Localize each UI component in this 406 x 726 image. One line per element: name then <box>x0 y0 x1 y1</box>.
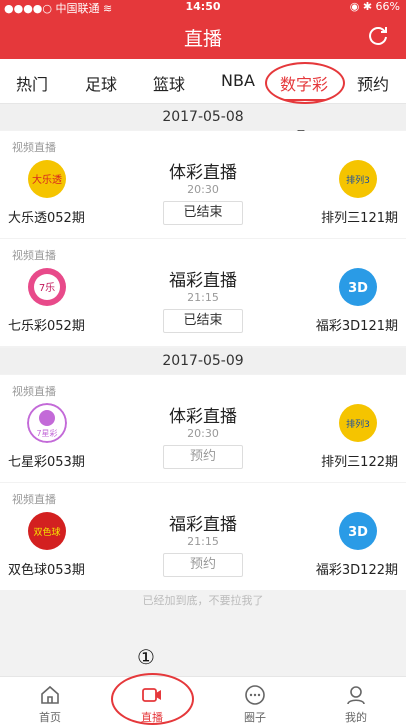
live-card[interactable]: 视频直播 大乐透 大乐透052期 体彩直播 20:30 已结束 排列3 排列三1… <box>0 131 406 238</box>
user-icon <box>347 686 365 705</box>
status-bar: ●●●●○ 中国联通 ≋ 14:50 ◉ ✱ 66% <box>0 0 406 15</box>
left-lottery-name: 七星彩053期 <box>8 455 85 470</box>
tab-hot[interactable]: 热门 <box>16 71 48 95</box>
bottom-tab-bar: 首页 直播 圈子 我的 <box>0 676 406 726</box>
reserve-button[interactable]: 预约 <box>163 553 243 577</box>
chat-bubble-icon <box>245 685 265 705</box>
svg-text:排列3: 排列3 <box>346 174 370 186</box>
video-live-tag: 视频直播 <box>12 493 56 506</box>
fucai3d-logo-icon: 3D <box>339 512 377 550</box>
annotation-circle-tab <box>265 62 345 104</box>
live-card[interactable]: 视频直播 7星彩 七星彩053期 体彩直播 20:30 预约 排列3 排列三12… <box>0 375 406 482</box>
video-live-tag: 视频直播 <box>12 249 56 262</box>
status-button-ended[interactable]: 已结束 <box>163 201 243 225</box>
nav-home-label: 首页 <box>39 711 61 724</box>
left-lottery-name: 大乐透052期 <box>8 211 85 226</box>
right-lottery-name: 福彩3D121期 <box>315 319 398 334</box>
end-of-list-note: 已经加到底，不要拉我了 <box>0 590 406 612</box>
annotation-marker-one: ① <box>137 645 155 669</box>
page-title: 直播 <box>183 28 222 50</box>
tab-reserve[interactable]: 预约 <box>357 71 389 95</box>
right-lottery-name: 排列三121期 <box>321 211 398 226</box>
svg-text:排列3: 排列3 <box>346 418 370 430</box>
right-lottery-name: 排列三122期 <box>321 455 398 470</box>
fucai3d-logo-icon: 3D <box>339 268 377 306</box>
pailie3-logo-icon: 排列3 <box>339 404 377 442</box>
battery-indicator: ◉ ✱ 66% <box>349 0 400 13</box>
nav-circle[interactable]: 圈子 <box>205 677 305 726</box>
left-lottery-name: 七乐彩052期 <box>8 319 85 334</box>
annotation-circle-nav <box>111 673 194 725</box>
header-bar: 直播 <box>0 14 406 59</box>
refresh-icon[interactable] <box>366 24 390 48</box>
nav-mine-label: 我的 <box>345 711 367 724</box>
live-card[interactable]: 视频直播 双色球 双色球053期 福彩直播 21:15 预约 3D 福彩3D12… <box>0 483 406 590</box>
right-lottery-name: 福彩3D122期 <box>315 563 398 578</box>
category-tabs: 热门 足球 篮球 NBA 数字彩 预约 <box>0 59 406 104</box>
nav-mine[interactable]: 我的 <box>306 677 406 726</box>
svg-text:3D: 3D <box>348 281 368 296</box>
status-time: 14:50 <box>185 0 221 13</box>
video-live-tag: 视频直播 <box>12 141 56 154</box>
pailie3-logo-icon: 排列3 <box>339 160 377 198</box>
nav-circle-label: 圈子 <box>244 711 266 724</box>
home-icon <box>41 685 59 704</box>
video-live-tag: 视频直播 <box>12 385 56 398</box>
date-header: 2017-05-09 <box>0 348 406 374</box>
tab-nba[interactable]: NBA <box>221 71 255 90</box>
status-button-ended[interactable]: 已结束 <box>163 309 243 333</box>
live-card[interactable]: 视频直播 7乐 七乐彩052期 福彩直播 21:15 已结束 3D 福彩3D12… <box>0 239 406 346</box>
tab-football[interactable]: 足球 <box>85 71 117 95</box>
date-header: 2017-05-08 <box>0 104 406 130</box>
tab-basketball[interactable]: 篮球 <box>153 71 185 95</box>
left-lottery-name: 双色球053期 <box>8 563 85 578</box>
nav-home[interactable]: 首页 <box>0 677 100 726</box>
svg-text:3D: 3D <box>348 525 368 540</box>
reserve-button[interactable]: 预约 <box>163 445 243 469</box>
